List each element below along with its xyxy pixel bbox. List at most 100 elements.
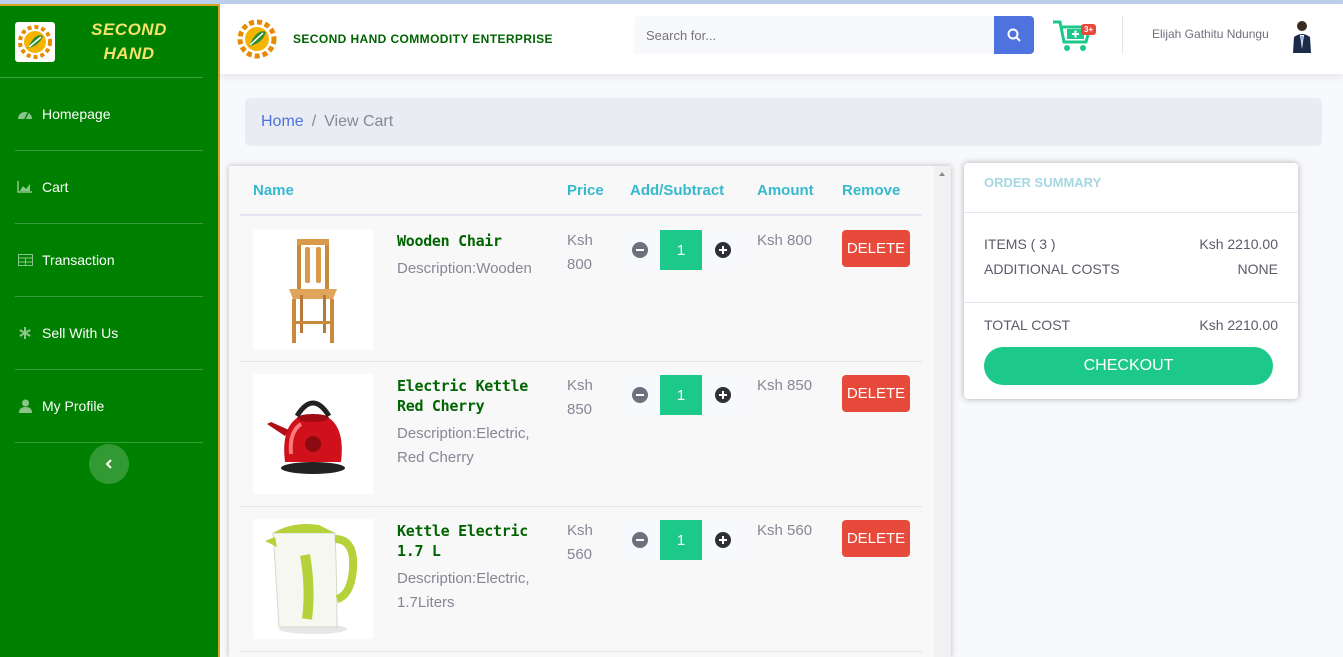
search-button[interactable]: [994, 16, 1034, 54]
decrease-quantity-button[interactable]: [619, 520, 660, 560]
summary-additional-line: ADDITIONAL COSTS NONE: [984, 257, 1278, 282]
increase-quantity-button[interactable]: [702, 520, 743, 560]
cart-table-panel: Name Price Add/Subtract Amount Remove Wo…: [229, 166, 951, 657]
decrease-quantity-button[interactable]: [619, 375, 660, 415]
topbar-divider: [1122, 16, 1123, 54]
product-description: Description:Electric, 1.7Liters: [397, 570, 530, 611]
table-row: Wooden Chair Description:Wooden Ksh 800 …: [240, 217, 922, 362]
brand-name-line1: SECOND: [91, 19, 167, 39]
dashboard-icon: [17, 106, 33, 122]
minus-circle-icon: [631, 532, 648, 548]
sidebar-item-label: Cart: [42, 179, 69, 195]
table-row: Electric Kettle Red Cherry Description:E…: [240, 362, 922, 507]
brand-name: SECOND HAND: [55, 18, 203, 66]
user-icon: [17, 398, 33, 414]
summary-items-value: Ksh 2210.00: [1199, 236, 1278, 252]
quantity-stepper: 1: [619, 230, 745, 270]
chart-area-icon: [17, 179, 33, 195]
product-name: Wooden Chair: [397, 232, 502, 250]
sidebar-item-label: Transaction: [42, 252, 115, 268]
search-input[interactable]: [634, 16, 994, 54]
minus-circle-icon: [631, 242, 648, 258]
breadcrumb: Home / View Cart: [245, 98, 1322, 146]
sidebar-item-transaction[interactable]: Transaction: [15, 224, 203, 297]
price-value: 560: [567, 546, 593, 563]
order-summary-card: ORDER SUMMARY ITEMS ( 3 ) Ksh 2210.00 AD…: [964, 163, 1298, 399]
summary-additional-label: ADDITIONAL COSTS: [984, 261, 1120, 277]
delete-button[interactable]: DELETE: [842, 230, 910, 267]
breadcrumb-current: View Cart: [324, 113, 394, 130]
delete-button[interactable]: DELETE: [842, 520, 910, 557]
quantity-stepper: 1: [619, 520, 745, 560]
enterprise-title: SECOND HAND COMMODITY ENTERPRISE: [293, 32, 553, 46]
table-icon: [17, 252, 33, 268]
search-bar: [634, 16, 1034, 54]
cart-table-header: Name Price Add/Subtract Amount Remove: [240, 166, 922, 216]
summary-items-line: ITEMS ( 3 ) Ksh 2210.00: [984, 232, 1278, 257]
price-currency: Ksh: [567, 522, 593, 539]
order-summary-title: ORDER SUMMARY: [964, 163, 1298, 213]
asterisk-icon: [17, 325, 33, 341]
plus-circle-icon: [714, 532, 731, 548]
checkout-button[interactable]: CHECKOUT: [984, 347, 1273, 385]
brand-logo-icon: [15, 21, 55, 62]
breadcrumb-home-link[interactable]: Home: [261, 113, 304, 131]
product-description: Description:Electric, Red Cherry: [397, 425, 530, 466]
sidebar-item-homepage[interactable]: Homepage: [15, 78, 203, 151]
price-value: 850: [567, 401, 593, 418]
summary-total-line: TOTAL COST Ksh 2210.00: [984, 313, 1278, 338]
cart-count-badge: 3+: [1081, 24, 1097, 35]
avatar[interactable]: [1290, 19, 1314, 53]
quantity-stepper: 1: [619, 375, 745, 415]
product-image-wooden-chair: [253, 229, 373, 349]
table-row: Kettle Electric 1.7 L Description:Electr…: [240, 507, 922, 652]
increase-quantity-button[interactable]: [702, 375, 743, 415]
product-amount: Ksh 560: [757, 522, 813, 539]
product-price: Ksh 850: [567, 374, 607, 422]
sidebar-item-sell-with-us[interactable]: Sell With Us: [15, 297, 203, 370]
price-value: 800: [567, 256, 593, 273]
product-amount: Ksh 850: [757, 377, 813, 394]
quantity-value[interactable]: 1: [660, 230, 702, 270]
summary-total-label: TOTAL COST: [984, 317, 1071, 333]
search-icon: [1007, 28, 1021, 42]
enterprise-logo-icon: [237, 19, 277, 59]
increase-quantity-button[interactable]: [702, 230, 743, 270]
product-price: Ksh 560: [567, 519, 607, 567]
minus-circle-icon: [631, 387, 648, 403]
sidebar-item-label: My Profile: [42, 398, 105, 414]
chevron-left-icon: [105, 459, 112, 469]
column-header-price: Price: [567, 182, 604, 199]
delete-button[interactable]: DELETE: [842, 375, 910, 412]
plus-circle-icon: [714, 242, 731, 258]
summary-additional-value: NONE: [1237, 261, 1278, 277]
sidebar-item-label: Homepage: [42, 106, 111, 122]
sidebar-item-label: Sell With Us: [42, 325, 119, 341]
product-name: Electric Kettle Red Cherry: [397, 377, 528, 415]
cart-scrollbar[interactable]: [934, 166, 951, 657]
quantity-value[interactable]: 1: [660, 520, 702, 560]
sidebar-item-cart[interactable]: Cart: [15, 151, 203, 224]
scroll-up-arrow-icon[interactable]: [939, 172, 945, 176]
sidebar-brand[interactable]: SECOND HAND: [0, 6, 203, 78]
cart-icon[interactable]: [1052, 16, 1100, 54]
column-header-add-subtract: Add/Subtract: [630, 182, 725, 199]
sidebar: SECOND HAND Homepage Cart Transaction Se…: [0, 4, 220, 657]
order-summary-footer: TOTAL COST Ksh 2210.00 CHECKOUT: [964, 303, 1298, 395]
product-name: Kettle Electric 1.7 L: [397, 522, 528, 560]
column-header-remove: Remove: [842, 182, 901, 199]
user-name[interactable]: Elijah Gathitu Ndungu: [1152, 27, 1269, 41]
column-header-name: Name: [253, 182, 294, 199]
product-price: Ksh 800: [567, 229, 607, 277]
decrease-quantity-button[interactable]: [619, 230, 660, 270]
summary-total-value: Ksh 2210.00: [1199, 317, 1278, 333]
quantity-value[interactable]: 1: [660, 375, 702, 415]
summary-items-label: ITEMS ( 3 ): [984, 236, 1056, 252]
order-summary-body: ITEMS ( 3 ) Ksh 2210.00 ADDITIONAL COSTS…: [964, 213, 1298, 303]
product-description: Description:Wooden: [397, 260, 532, 277]
brand-name-line2: HAND: [103, 43, 155, 63]
product-image-kettle-electric: [253, 519, 373, 639]
price-currency: Ksh: [567, 377, 593, 394]
sidebar-toggle-button[interactable]: [89, 444, 129, 484]
sidebar-item-my-profile[interactable]: My Profile: [15, 370, 203, 443]
